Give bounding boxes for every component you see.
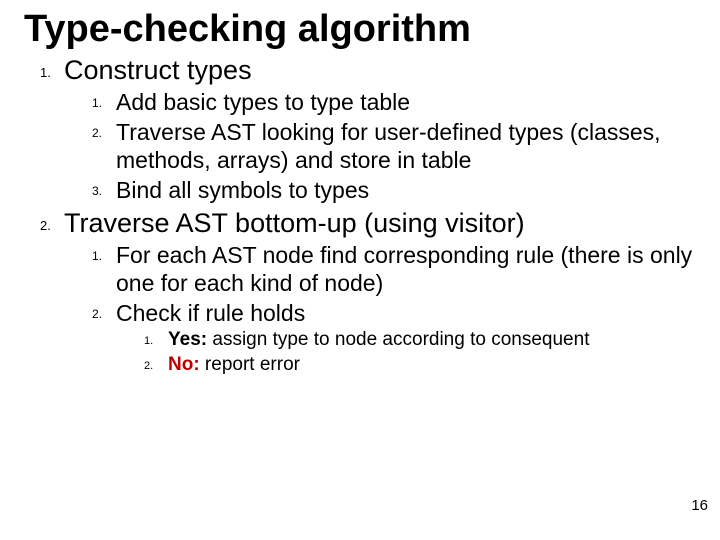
step-2-substeps: 1. For each AST node find corresponding … xyxy=(64,241,696,376)
step-2-2: 2. Check if rule holds 1. Yes: assign ty… xyxy=(116,299,696,376)
step-1-2-number: 2. xyxy=(92,126,102,141)
step-2-2-1-text: assign type to node according to consequ… xyxy=(207,329,589,350)
step-1-1-text: Add basic types to type table xyxy=(116,89,410,115)
step-1-2-text: Traverse AST looking for user-defined ty… xyxy=(116,119,661,173)
yes-label: Yes: xyxy=(168,329,207,350)
step-1-3-number: 3. xyxy=(92,184,102,199)
slide: Type-checking algorithm 1. Construct typ… xyxy=(0,0,720,540)
step-2-1: 1. For each AST node find corresponding … xyxy=(116,241,696,297)
step-2-2-1-number: 1. xyxy=(144,335,153,348)
step-2-2-1: 1. Yes: assign type to node according to… xyxy=(168,329,696,351)
step-2-2-substeps: 1. Yes: assign type to node according to… xyxy=(116,329,696,376)
step-2-2-number: 2. xyxy=(92,307,102,322)
step-1-1-number: 1. xyxy=(92,96,102,111)
slide-title: Type-checking algorithm xyxy=(24,8,696,51)
step-1-3-text: Bind all symbols to types xyxy=(116,177,369,203)
step-2-number: 2. xyxy=(40,218,51,233)
step-2-1-number: 1. xyxy=(92,249,102,264)
step-1-3: 3. Bind all symbols to types xyxy=(116,176,696,204)
step-1-substeps: 1. Add basic types to type table 2. Trav… xyxy=(64,88,696,204)
step-1: 1. Construct types 1. Add basic types to… xyxy=(64,55,696,204)
step-2-2-2: 2. No: report error xyxy=(168,354,696,376)
page-number: 16 xyxy=(691,497,708,514)
step-1-number: 1. xyxy=(40,65,51,80)
step-2: 2. Traverse AST bottom-up (using visitor… xyxy=(64,208,696,376)
step-1-1: 1. Add basic types to type table xyxy=(116,88,696,116)
step-2-text: Traverse AST bottom-up (using visitor) xyxy=(64,208,525,238)
step-2-1-text: For each AST node find corresponding rul… xyxy=(116,242,692,296)
step-2-2-2-text: report error xyxy=(200,354,300,375)
step-2-2-text: Check if rule holds xyxy=(116,300,305,326)
step-2-2-2-number: 2. xyxy=(144,360,153,373)
step-1-2: 2. Traverse AST looking for user-defined… xyxy=(116,118,696,174)
no-label: No: xyxy=(168,354,200,375)
step-1-text: Construct types xyxy=(64,55,252,85)
outline-list: 1. Construct types 1. Add basic types to… xyxy=(24,55,696,376)
